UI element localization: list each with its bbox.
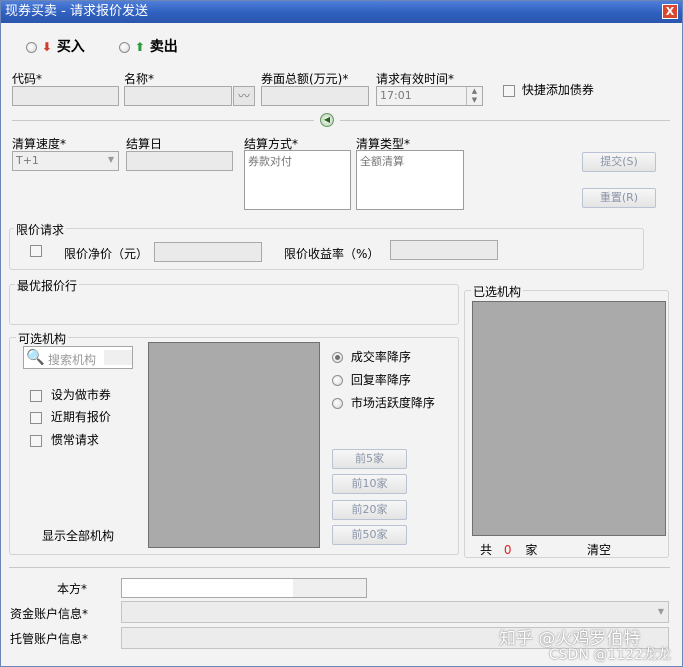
settle-speed-select[interactable]: T+1 ▼: [12, 151, 119, 171]
sell-radio-option[interactable]: ⬆ 卖出: [119, 36, 178, 56]
settle-method-list[interactable]: 券款对付: [244, 150, 351, 210]
settle-speed-value: T+1: [16, 154, 39, 167]
divider-right: [340, 120, 670, 121]
option-market-maker-checkbox[interactable]: [30, 389, 42, 402]
request-quote-window: 现券买卖 - 请求报价发送 X ⬇ 买入 ⬆ 卖出 代码* 名称* 〰 券面总额…: [0, 0, 683, 667]
chevron-down-icon: ▼: [107, 155, 114, 164]
clear-type-value[interactable]: 全额清算: [360, 155, 404, 168]
custody-account-label: 托管账户信息*: [10, 632, 89, 646]
option-recent-quote[interactable]: 近期有报价: [30, 408, 111, 425]
limit-net-price-label: 限价净价（元）: [64, 247, 149, 261]
option-habitual-request[interactable]: 惯常请求: [30, 431, 99, 448]
selected-count-value: 0: [503, 543, 512, 557]
sort-reply-rate-label: 回复率降序: [350, 373, 411, 387]
search-institution-input[interactable]: 搜索机构: [48, 351, 96, 368]
valid-time-value: 17:01: [380, 89, 412, 102]
settle-method-value[interactable]: 券款对付: [248, 155, 292, 168]
selected-count-unit: 家: [525, 543, 538, 557]
self-label: 本方*: [57, 582, 88, 596]
settle-date-label: 结算日: [126, 137, 163, 151]
sort-reply-rate-radio[interactable]: [332, 375, 343, 386]
sort-deal-rate[interactable]: 成交率降序: [332, 348, 411, 365]
sell-icon: ⬆: [134, 40, 145, 54]
selected-institutions-list[interactable]: [472, 301, 666, 536]
submit-button[interactable]: 提交(S): [582, 152, 656, 172]
top-10-button[interactable]: 前10家: [332, 474, 407, 494]
clear-selected-link[interactable]: 清空: [587, 541, 611, 558]
limit-request-title: 限价请求: [14, 221, 67, 238]
buy-radio-option[interactable]: ⬇ 买入: [26, 36, 85, 56]
search-institution-box[interactable]: 🔍 搜索机构: [23, 346, 133, 369]
sort-deal-rate-radio[interactable]: [332, 352, 343, 363]
reset-button[interactable]: 重置(R): [582, 188, 656, 208]
face-amount-label: 券面总额(万元)*: [261, 72, 349, 86]
sell-label: 卖出: [149, 39, 178, 55]
option-habitual-request-checkbox[interactable]: [30, 434, 42, 447]
title-bar: 现券买卖 - 请求报价发送 X: [1, 1, 682, 23]
sort-activity-radio[interactable]: [332, 398, 343, 409]
name-input[interactable]: [124, 86, 232, 106]
settle-speed-label: 清算速度*: [12, 137, 67, 151]
fund-account-select[interactable]: ▼: [121, 601, 669, 623]
valid-time-label: 请求有效时间*: [376, 72, 455, 86]
optional-institutions-list[interactable]: [148, 342, 320, 548]
selected-count: 共 0 家: [480, 541, 537, 558]
selected-institutions-title: 已选机构: [471, 283, 524, 300]
limit-yield-input[interactable]: [390, 240, 498, 260]
sort-activity[interactable]: 市场活跃度降序: [332, 394, 435, 411]
option-recent-quote-label: 近期有报价: [50, 410, 111, 424]
code-input[interactable]: [12, 86, 119, 106]
divider-left: [12, 120, 314, 121]
limit-net-price-input[interactable]: [154, 242, 262, 262]
option-market-maker[interactable]: 设为做市券: [30, 386, 111, 403]
optional-institutions-title: 可选机构: [16, 330, 69, 347]
search-input-tail: [104, 350, 132, 365]
limit-checkbox[interactable]: [30, 245, 42, 257]
search-icon: 🔍: [26, 348, 45, 366]
fund-account-label: 资金账户信息*: [10, 607, 89, 621]
time-spinner[interactable]: ▲ ▼: [466, 87, 482, 105]
buy-icon: ⬇: [41, 40, 52, 54]
show-all-institutions-link[interactable]: 显示全部机构: [42, 527, 114, 544]
face-amount-input[interactable]: [261, 86, 369, 106]
clear-type-list[interactable]: 全额清算: [356, 150, 464, 210]
top-5-button[interactable]: 前5家: [332, 449, 407, 469]
chart-icon[interactable]: 〰: [233, 86, 255, 106]
collapse-icon[interactable]: ◀: [320, 113, 334, 127]
self-input[interactable]: [121, 578, 367, 598]
bottom-divider: [9, 567, 670, 568]
buy-label: 买入: [56, 39, 85, 55]
sort-activity-label: 市场活跃度降序: [350, 396, 435, 410]
top-50-button[interactable]: 前50家: [332, 525, 407, 545]
quick-add-option[interactable]: 快捷添加债券: [503, 81, 594, 98]
selected-count-prefix: 共: [480, 543, 493, 557]
name-label: 名称*: [124, 72, 155, 86]
option-market-maker-label: 设为做市券: [50, 388, 111, 402]
sort-reply-rate[interactable]: 回复率降序: [332, 371, 411, 388]
top-20-button[interactable]: 前20家: [332, 500, 407, 520]
window-title: 现券买卖 - 请求报价发送: [5, 4, 148, 19]
settle-date-input[interactable]: [126, 151, 233, 171]
code-label: 代码*: [12, 72, 43, 86]
watermark-csdn: CSDN @1122龙龙: [549, 647, 671, 663]
quick-add-label: 快捷添加债券: [521, 83, 594, 97]
quick-add-checkbox[interactable]: [503, 84, 515, 97]
sell-radio[interactable]: [119, 41, 130, 53]
option-habitual-request-label: 惯常请求: [50, 433, 99, 447]
limit-yield-label: 限价收益率（%）: [284, 247, 380, 261]
option-recent-quote-checkbox[interactable]: [30, 411, 42, 424]
close-button[interactable]: X: [662, 4, 678, 19]
sort-deal-rate-label: 成交率降序: [350, 350, 411, 364]
best-quote-title: 最优报价行: [15, 277, 80, 294]
chevron-down-icon: ▼: [657, 607, 664, 616]
buy-radio[interactable]: [26, 41, 37, 53]
